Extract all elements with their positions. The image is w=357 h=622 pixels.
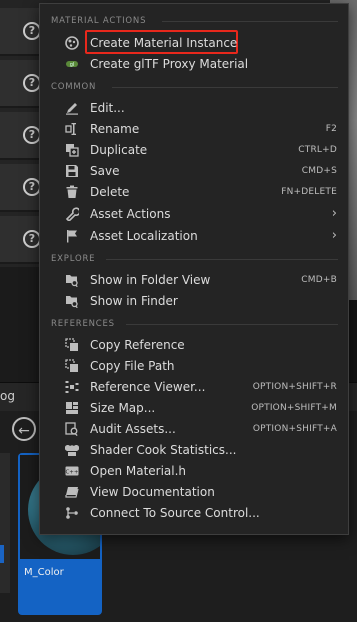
menu-item-label: Copy Reference <box>90 338 185 352</box>
menu-item-label: Show in Folder View <box>90 273 211 287</box>
shortcut-label: OPTION+SHIFT+M <box>251 403 337 413</box>
shortcut-label: CMD+B <box>301 275 337 285</box>
section-header-explore: EXPLORE <box>51 254 96 264</box>
save-icon <box>66 165 78 177</box>
submenu-arrow-icon: › <box>331 228 337 243</box>
menu-item-label: Delete <box>90 185 130 199</box>
back-arrow-icon[interactable]: ← <box>12 417 36 441</box>
reference-graph-icon <box>65 381 79 393</box>
section-divider <box>126 324 338 325</box>
menu-item-label: Edit... <box>90 101 125 115</box>
section-header-common: COMMON <box>51 82 97 92</box>
menu-item-reference-viewer[interactable]: Reference Viewer... OPTION+SHIFT+R <box>41 377 347 398</box>
source-control-icon <box>66 507 78 519</box>
wrench-icon <box>65 207 79 221</box>
property-row: ? <box>0 60 41 108</box>
folder-search-icon <box>66 296 78 308</box>
shortcut-label: CTRL+D <box>298 145 337 155</box>
asset-name: M_Color <box>24 567 64 578</box>
menu-item-create-material-instance[interactable]: Create Material Instance <box>41 30 347 54</box>
menu-item-label: Audit Assets... <box>90 422 176 436</box>
menu-item-show-in-finder[interactable]: Show in Finder <box>41 291 347 312</box>
property-row: ? <box>0 112 41 160</box>
selected-folder-indicator <box>0 545 4 563</box>
menu-item-open-material-h[interactable]: C++ Open Material.h <box>41 461 347 482</box>
menu-item-label: Rename <box>90 122 140 136</box>
trash-icon <box>66 185 78 198</box>
menu-item-label: Create glTF Proxy Material <box>90 57 249 71</box>
menu-item-size-map[interactable]: Size Map... OPTION+SHIFT+M <box>41 398 347 419</box>
copy-path-icon <box>65 359 78 372</box>
folder-search-icon <box>66 275 78 287</box>
menu-item-copy-reference[interactable]: Copy Reference <box>41 335 347 356</box>
menu-item-audit-assets[interactable]: Audit Assets... OPTION+SHIFT+A <box>41 419 347 440</box>
menu-item-delete[interactable]: Delete FN+DELETE <box>41 182 347 203</box>
menu-item-asset-actions[interactable]: Asset Actions › <box>41 204 347 225</box>
section-divider <box>112 87 338 88</box>
context-menu: MATERIAL ACTIONS Create Material Instanc… <box>39 3 349 535</box>
section-divider <box>106 259 338 260</box>
menu-item-label: Duplicate <box>90 143 148 157</box>
pencil-icon <box>66 103 78 115</box>
menu-item-label: View Documentation <box>90 485 215 499</box>
menu-item-copy-file-path[interactable]: Copy File Path <box>41 356 347 377</box>
menu-item-save[interactable]: Save CMD+S <box>41 161 347 182</box>
menu-item-label: Size Map... <box>90 401 156 415</box>
property-row: ? <box>0 216 41 264</box>
menu-item-label: Connect To Source Control... <box>90 506 260 520</box>
menu-item-rename[interactable]: Rename F2 <box>41 119 347 140</box>
submenu-arrow-icon: › <box>331 206 337 221</box>
menu-item-label: Asset Actions <box>90 207 171 221</box>
shortcut-label: FN+DELETE <box>281 187 337 197</box>
menu-item-view-documentation[interactable]: View Documentation <box>41 482 347 503</box>
property-row: ? <box>0 8 41 56</box>
menu-item-create-gltf-proxy[interactable]: gl Create glTF Proxy Material <box>41 54 347 75</box>
flag-icon <box>67 230 77 243</box>
shortcut-label: OPTION+SHIFT+R <box>252 382 337 392</box>
property-row: ? <box>0 164 41 212</box>
menu-item-shader-cook-statistics[interactable]: Shader Cook Statistics... <box>41 440 347 461</box>
svg-text:C++: C++ <box>65 470 78 476</box>
menu-item-label: Copy File Path <box>90 359 175 373</box>
section-header-material-actions: MATERIAL ACTIONS <box>51 16 147 26</box>
menu-item-connect-to-source-control[interactable]: Connect To Source Control... <box>41 503 347 524</box>
sources-panel <box>0 453 10 593</box>
rename-icon <box>65 123 76 135</box>
cpp-file-icon: C++ <box>65 466 79 476</box>
empty-panel <box>0 267 40 382</box>
section-divider <box>162 21 338 22</box>
menu-item-show-in-folder-view[interactable]: Show in Folder View CMD+B <box>41 270 347 291</box>
menu-item-label: Open Material.h <box>90 464 187 478</box>
duplicate-icon <box>66 144 79 157</box>
gltf-icon: gl <box>66 61 78 68</box>
menu-item-label: Reference Viewer... <box>90 380 206 394</box>
copy-reference-icon <box>65 338 78 351</box>
svg-text:gl: gl <box>70 62 75 68</box>
log-tab-label[interactable]: og <box>0 389 15 403</box>
audit-icon <box>65 422 78 436</box>
chef-hat-icon <box>65 445 79 456</box>
shortcut-label: OPTION+SHIFT+A <box>252 424 337 434</box>
menu-item-asset-localization[interactable]: Asset Localization › <box>41 226 347 247</box>
menu-item-label: Create Material Instance <box>90 36 238 50</box>
menu-item-label: Asset Localization <box>90 229 198 243</box>
material-instance-icon <box>65 36 79 50</box>
menu-item-label: Save <box>90 164 120 178</box>
shortcut-label: F2 <box>325 124 337 134</box>
size-map-icon <box>66 402 78 414</box>
menu-item-edit[interactable]: Edit... <box>41 98 347 119</box>
menu-item-duplicate[interactable]: Duplicate CTRL+D <box>41 140 347 161</box>
menu-item-label: Show in Finder <box>90 294 178 308</box>
book-icon <box>65 487 79 498</box>
shortcut-label: CMD+S <box>301 166 337 176</box>
section-header-references: REFERENCES <box>51 319 115 329</box>
menu-item-label: Shader Cook Statistics... <box>90 443 237 457</box>
